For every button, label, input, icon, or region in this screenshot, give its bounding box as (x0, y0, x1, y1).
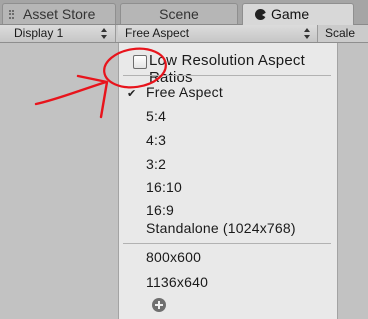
menu-item-3-2[interactable]: 3:2 (146, 156, 166, 172)
tab-asset-store[interactable]: Asset Store (2, 3, 116, 24)
menu-item-4-3[interactable]: 4:3 (146, 132, 166, 148)
menu-item-16-9[interactable]: 16:9 (146, 202, 174, 218)
display-dropdown[interactable]: Display 1 (0, 25, 116, 42)
menu-item-16-10[interactable]: 16:10 (146, 179, 182, 195)
checkmark-icon: ✔ (127, 88, 137, 100)
scale-slider[interactable]: Scale (320, 25, 368, 42)
tab-label: Game (271, 6, 310, 22)
low-res-label[interactable]: Low Resolution Aspect Ratios (149, 52, 337, 86)
display-label: Display 1 (14, 26, 64, 40)
tab-strip: Asset Store Scene Game (0, 0, 368, 25)
pacman-icon (255, 9, 267, 20)
aspect-dropdown[interactable]: Free Aspect (118, 25, 318, 42)
drag-grip-icon[interactable] (9, 10, 14, 19)
tab-game[interactable]: Game (242, 3, 354, 25)
tab-scene[interactable]: Scene (120, 3, 238, 24)
game-toolbar: Display 1 Free Aspect Scale (0, 25, 368, 43)
menu-divider (123, 243, 331, 244)
aspect-menu: Low Resolution Aspect Ratios ✔ Free Aspe… (118, 43, 338, 319)
updown-arrow-icon (101, 28, 107, 39)
updown-arrow-icon (304, 28, 310, 39)
menu-item-5-4[interactable]: 5:4 (146, 108, 166, 124)
menu-item-800x600[interactable]: 800x600 (146, 249, 201, 265)
tab-label: Scene (159, 6, 199, 22)
scale-label: Scale (325, 26, 356, 40)
menu-item-free-aspect[interactable]: Free Aspect (146, 84, 223, 100)
menu-item-1136x640[interactable]: 1136x640 (146, 274, 208, 290)
aspect-label: Free Aspect (125, 26, 190, 40)
tab-label: Asset Store (23, 6, 96, 22)
menu-item-standalone[interactable]: Standalone (1024x768) (146, 220, 296, 236)
menu-divider (123, 75, 331, 76)
low-res-checkbox[interactable] (133, 55, 147, 69)
plus-circle-icon[interactable] (152, 298, 166, 312)
